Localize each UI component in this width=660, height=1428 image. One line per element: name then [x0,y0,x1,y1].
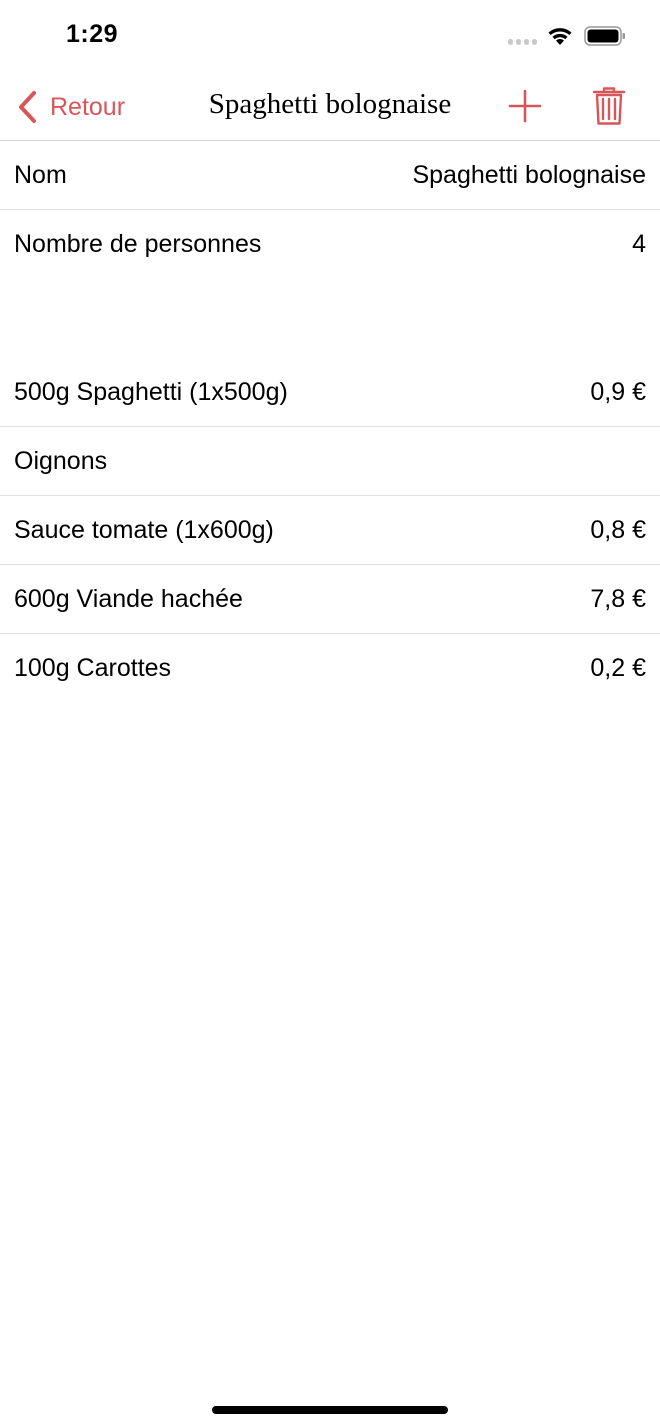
ingredient-label: Sauce tomate (1x600g) [14,515,274,544]
ingredient-price: 0,2 € [590,654,646,682]
ingredient-row[interactable]: Oignons [0,427,660,496]
trash-icon [592,87,626,125]
status-bar: 1:29 [0,0,660,74]
cellular-signal-icon [508,39,538,47]
ingredient-price: 7,8 € [590,584,646,613]
people-count-label: Nombre de personnes [14,230,262,258]
wifi-icon [548,28,572,45]
people-count-value: 4 [632,230,646,258]
ingredient-row[interactable]: 600g Viande hachée 7,8 € [0,565,660,634]
delete-button[interactable] [592,86,626,126]
recipe-name-row[interactable]: Nom Spaghetti bolognaise [0,141,660,210]
home-indicator[interactable] [212,1406,448,1414]
back-button[interactable]: Retour [16,88,125,126]
ingredient-label: 500g Spaghetti (1x500g) [14,377,288,406]
ingredient-price: 0,9 € [590,377,646,406]
plus-icon [508,89,542,123]
ingredient-label: 100g Carottes [14,654,172,682]
recipe-table: Nom Spaghetti bolognaise Nombre de perso… [0,141,660,703]
ingredient-row[interactable]: 100g Carottes 0,2 € [0,634,660,703]
status-time: 1:29 [66,20,119,48]
chevron-left-icon [19,91,36,123]
screen: 1:29 Retour Spaghetti bolognaise Nom Spa… [0,0,660,1428]
recipe-name-value: Spaghetti bolognaise [412,160,646,189]
ingredient-price: 0,8 € [590,515,646,544]
battery-icon [584,26,625,46]
back-label: Retour [50,92,126,121]
ingredient-label: 600g Viande hachée [14,584,243,613]
page-title: Spaghetti bolognaise [208,88,452,120]
ingredient-row[interactable]: Sauce tomate (1x600g) 0,8 € [0,496,660,565]
people-count-row[interactable]: Nombre de personnes 4 [0,210,660,279]
ingredient-row[interactable]: 500g Spaghetti (1x500g) 0,9 € [0,358,660,427]
recipe-name-label: Nom [14,160,67,189]
ingredient-label: Oignons [14,446,108,475]
add-button[interactable] [508,89,542,123]
navigation-bar: Retour Spaghetti bolognaise [0,74,660,141]
